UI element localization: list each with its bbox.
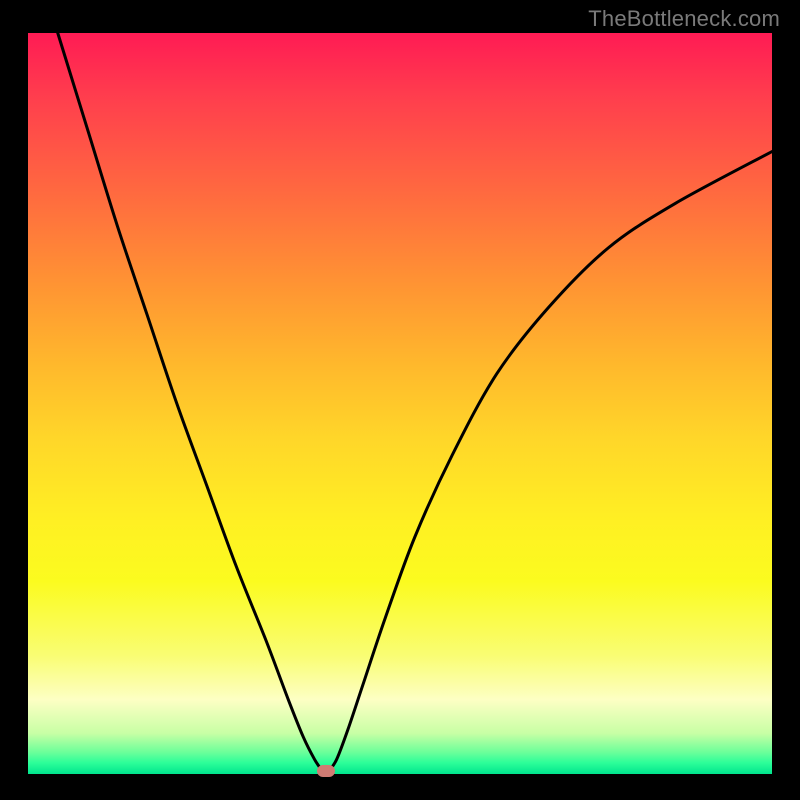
bottleneck-curve xyxy=(58,33,772,774)
watermark-text: TheBottleneck.com xyxy=(588,6,780,32)
chart-frame: TheBottleneck.com xyxy=(0,0,800,800)
optimal-point-marker xyxy=(317,765,335,777)
curve-svg xyxy=(28,33,772,774)
plot-area xyxy=(28,33,772,774)
